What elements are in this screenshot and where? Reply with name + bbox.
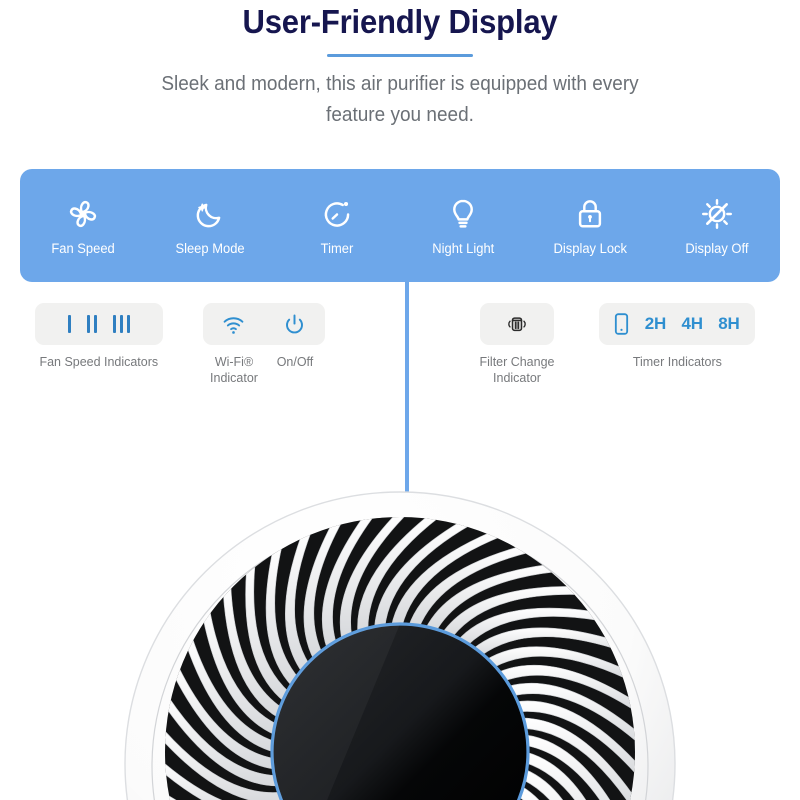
indicator-timer: 2H 4H 8H Timer Indicators xyxy=(599,303,755,370)
power-icon xyxy=(286,313,303,333)
timer-pill[interactable]: 2H 4H 8H xyxy=(599,303,755,345)
page-title: User-Friendly Display xyxy=(242,3,558,40)
feature-display-off[interactable]: Display Off xyxy=(653,195,780,256)
feature-label: Sleep Mode xyxy=(175,241,245,256)
title-divider xyxy=(327,54,473,57)
fan-speed-level-3 xyxy=(113,315,130,333)
feature-timer[interactable]: Timer xyxy=(273,195,400,256)
power-caption: On/Off xyxy=(276,354,313,369)
phone-icon xyxy=(615,313,629,335)
timer-duration-2h: 2H xyxy=(644,314,667,333)
filter-change-pill[interactable] xyxy=(480,303,554,345)
feature-label: Display Off xyxy=(685,241,749,256)
timer-duration-4h: 4H xyxy=(681,314,704,333)
fan-speed-levels xyxy=(68,315,130,333)
air-purifier-photo: I II III 2H 4H 8H xyxy=(0,392,800,800)
moon-icon xyxy=(196,203,221,228)
timer-icon xyxy=(324,201,349,227)
product-feature-page: User-Friendly Display Sleek and modern, … xyxy=(0,0,800,800)
indicator-filter-change: Filter Change Indicator xyxy=(480,303,554,386)
fan-speed-level-1 xyxy=(68,315,71,333)
fan-icon xyxy=(70,200,97,228)
feature-label: Fan Speed xyxy=(51,241,116,256)
filter-change-caption: Filter Change Indicator xyxy=(479,354,555,385)
hero-section: User-Friendly Display Sleek and modern, … xyxy=(0,0,800,131)
indicator-fan-speed: Fan Speed Indicators xyxy=(35,303,163,370)
sun-off-icon xyxy=(701,198,732,230)
lock-icon xyxy=(578,200,602,228)
filter-icon xyxy=(508,317,526,332)
timer-duration-8h: 8H xyxy=(718,314,740,333)
bulb-icon xyxy=(453,199,474,228)
feature-bar: Fan Speed Sleep Mode Timer Night Light D… xyxy=(20,169,780,282)
feature-display-lock[interactable]: Display Lock xyxy=(527,195,654,256)
timer-caption: Timer Indicators xyxy=(632,354,722,369)
feature-fan-speed[interactable]: Fan Speed xyxy=(20,195,147,256)
feature-label: Display Lock xyxy=(553,241,627,256)
feature-sleep-mode[interactable]: Sleep Mode xyxy=(147,195,274,256)
fan-speed-caption: Fan Speed Indicators xyxy=(39,354,159,369)
hero-subtitle: Sleek and modern, this air purifier is e… xyxy=(161,73,639,126)
feature-night-light[interactable]: Night Light xyxy=(400,195,527,256)
indicator-wifi-power: Wi-Fi® Indicator On/Off xyxy=(203,303,325,386)
fan-speed-level-2 xyxy=(87,315,97,333)
purifier-illustration xyxy=(124,491,676,800)
wifi-icon xyxy=(223,316,244,334)
wifi-power-pill[interactable] xyxy=(203,303,325,345)
feature-label: Night Light xyxy=(432,241,495,256)
wifi-caption: Wi-Fi® Indicator xyxy=(209,354,258,385)
feature-label: Timer xyxy=(320,241,353,256)
indicator-row: Fan Speed Indicators Wi-Fi® Indicator On… xyxy=(0,303,800,393)
fan-speed-pill[interactable] xyxy=(35,303,163,345)
